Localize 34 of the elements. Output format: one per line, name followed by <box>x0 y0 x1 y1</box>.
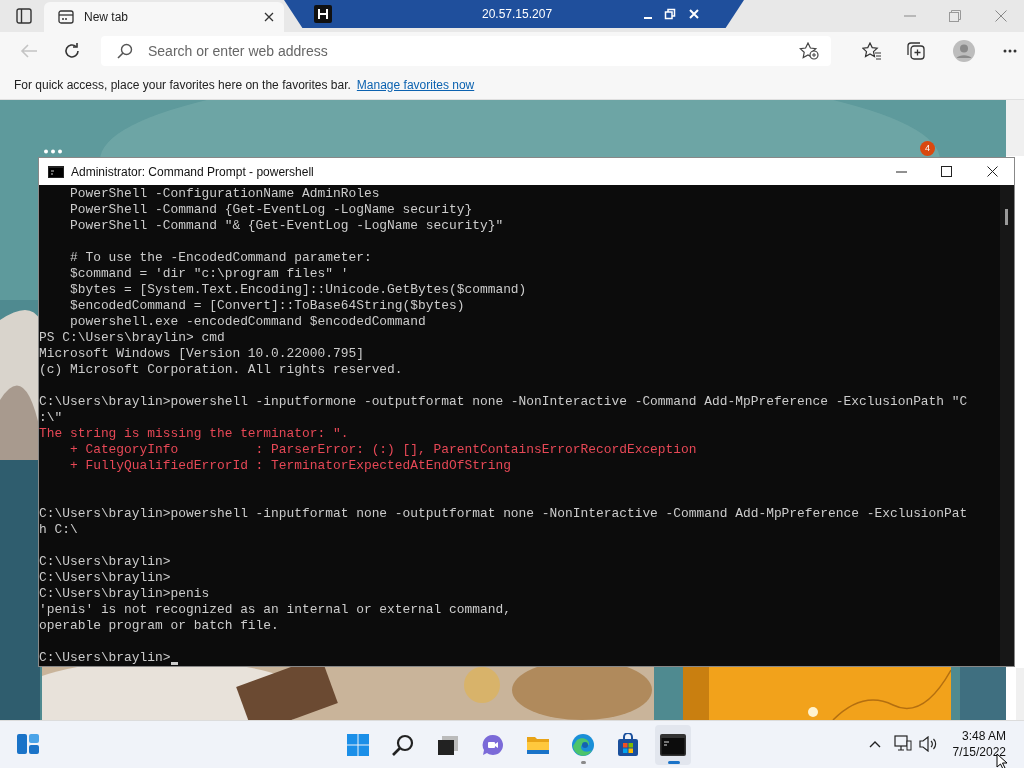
restore-icon[interactable] <box>664 8 676 20</box>
refresh-icon[interactable] <box>63 42 81 60</box>
chat-icon <box>481 733 505 757</box>
search-icon <box>391 733 415 757</box>
favorites-icon[interactable] <box>862 42 882 60</box>
clock-time[interactable]: 3:48 AM <box>961 728 1006 744</box>
profile-avatar-icon[interactable] <box>953 40 975 62</box>
command-prompt-icon <box>660 734 686 756</box>
clock-date[interactable]: 7/15/2022 <box>952 744 1006 760</box>
network-icon[interactable] <box>894 735 912 752</box>
store-icon <box>616 733 640 757</box>
new-tab-page-icon <box>58 9 74 25</box>
search-icon <box>117 43 133 59</box>
manage-favorites-link[interactable]: Manage favorites now <box>356 75 475 94</box>
tab-title: New tab <box>84 9 129 26</box>
add-favorite-icon[interactable] <box>799 42 819 60</box>
taskbar-button[interactable] <box>655 725 691 765</box>
chevron-up-icon[interactable] <box>869 740 881 748</box>
browser-icon <box>571 733 595 757</box>
scrollbar[interactable] <box>1006 100 1024 156</box>
widgets-icon[interactable] <box>16 733 40 755</box>
collections-icon[interactable] <box>907 42 925 60</box>
task-view-icon <box>436 733 460 757</box>
windows-logo-icon <box>346 733 370 757</box>
remote-address: 20.57.15.207 <box>482 6 554 23</box>
running-indicator <box>581 761 586 764</box>
scrollbar[interactable] <box>1016 668 1024 720</box>
tab-actions-icon[interactable] <box>16 8 32 24</box>
running-indicator <box>668 761 680 764</box>
close-icon[interactable] <box>264 12 274 22</box>
more-options-icon[interactable] <box>1003 49 1017 53</box>
volume-icon[interactable] <box>919 736 937 752</box>
favorites-bar-message: For quick access, place your favorites here on the favorites bar. <box>14 76 351 94</box>
browser-tab[interactable]: New tab <box>44 2 284 32</box>
